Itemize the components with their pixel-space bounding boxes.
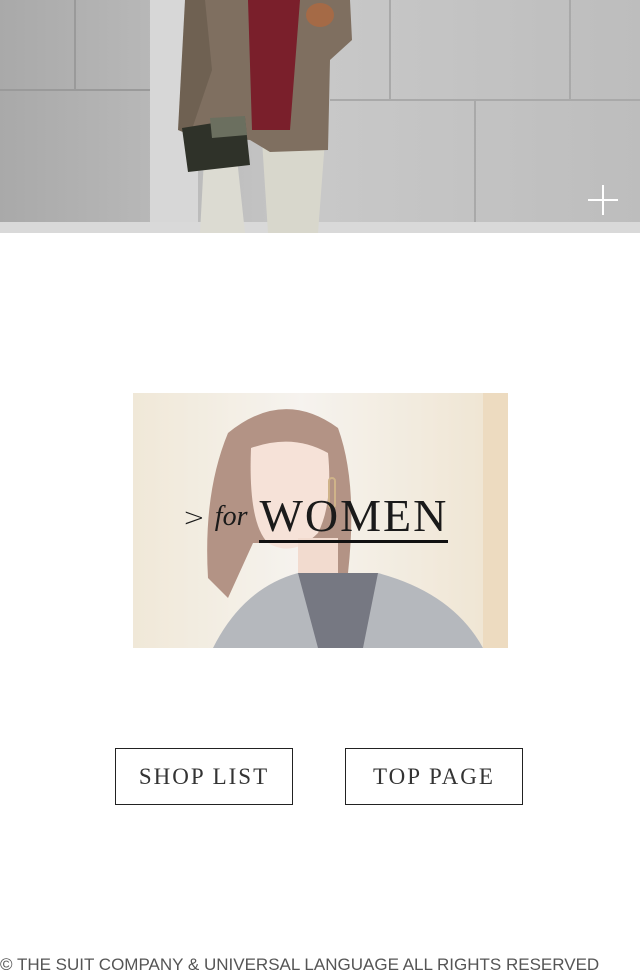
man-in-suit-image [0, 0, 640, 233]
expand-plus-icon[interactable] [588, 185, 618, 215]
chevron-right-icon: > [183, 503, 205, 533]
banner-women-title: WOMEN [259, 490, 449, 543]
shop-list-button[interactable]: SHOP LIST [115, 748, 293, 805]
for-women-banner[interactable]: > for WOMEN [133, 393, 508, 648]
banner-label[interactable]: > for WOMEN [183, 490, 449, 543]
banner-for-text: for [214, 501, 248, 532]
top-page-button[interactable]: TOP PAGE [345, 748, 523, 805]
hero-photo [0, 0, 640, 233]
copyright-text: © THE SUIT COMPANY & UNIVERSAL LANGUAGE … [0, 955, 600, 974]
